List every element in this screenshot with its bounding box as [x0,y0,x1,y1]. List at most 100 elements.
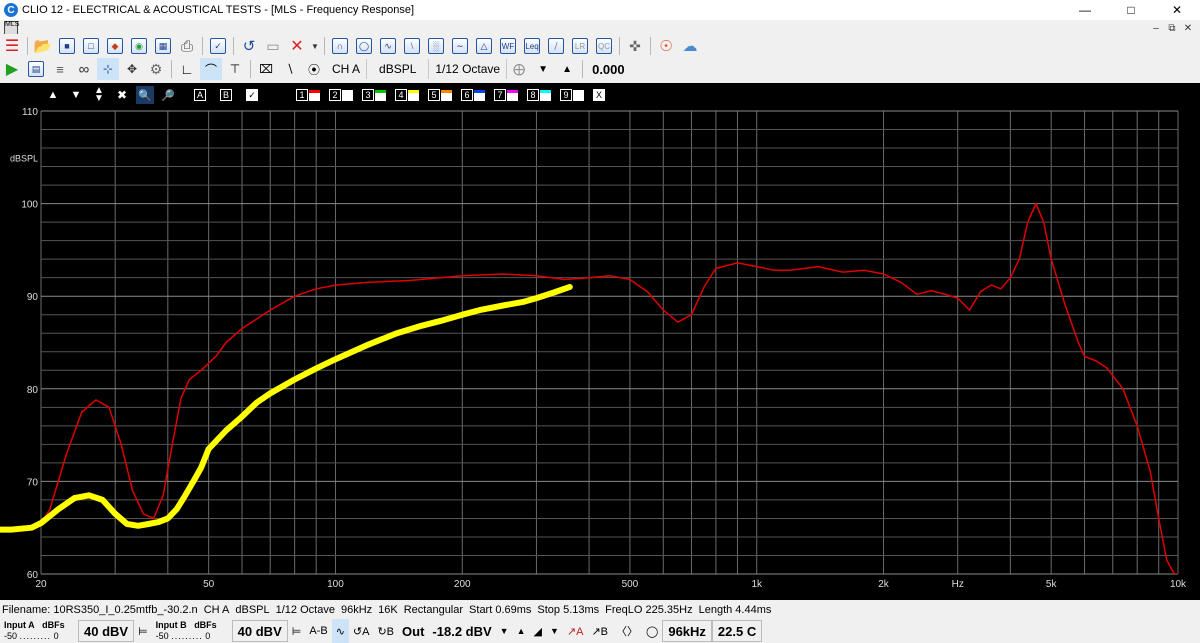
minimize-icon[interactable]: — [1062,0,1108,20]
input-a-coupling-icon[interactable]: ⊨ [134,619,152,643]
play-icon[interactable]: ▶ [1,58,23,80]
help-lifebuoy-icon[interactable]: ☉ [655,35,677,57]
loop-cable-icon[interactable]: 〈〉 [612,619,642,643]
scale-a-ticks: ......... [19,631,52,641]
input-b-range[interactable]: 40 dBV [231,620,288,642]
checklist-icon[interactable]: ✓ [207,35,229,57]
input-a-gain-icon[interactable]: ↗A [563,619,588,643]
export-image-icon[interactable]: ◆ [104,35,126,57]
impedance-icon[interactable]: ◯ [353,35,375,57]
filename-label: Filename: 10RS350_I_0.25mtfb_-30.2.n [2,604,198,616]
settings-icon[interactable]: ⚙ [145,58,167,80]
window-title: CLIO 12 - ELECTRICAL & ACOUSTICAL TESTS … [22,4,415,16]
mls-icon[interactable]: ∩ [329,35,351,57]
print-icon[interactable]: ⎙ [176,35,198,57]
menu-icon[interactable]: ☰ [1,35,23,57]
x-tick-label: 200 [454,579,471,590]
fft-icon[interactable]: ░ [425,35,447,57]
close-icon[interactable]: ✕ [1154,0,1200,20]
save-as-icon[interactable]: □ [80,35,102,57]
eraser-icon[interactable]: ▭ [262,35,284,57]
marker-icon[interactable]: ⨁ [508,58,530,80]
x-tick-label: 1k [751,579,763,590]
loop-icon[interactable]: ∞ [73,58,95,80]
signal-icon[interactable]: ∿ [331,619,349,643]
mls-document-icon[interactable]: MLS [4,21,19,35]
speaker-dropdown-icon[interactable]: ▼ [546,619,563,643]
open-file-icon[interactable]: 📂 [32,35,54,57]
output-up-icon[interactable]: ▲ [513,619,530,643]
window-controls: — □ ✕ [1062,0,1200,20]
loop-lines-icon[interactable]: ≡ [49,58,71,80]
input-a-range[interactable]: 40 dBV [78,620,135,642]
sweep-icon[interactable]: ⧵ [401,35,423,57]
mic-icon[interactable]: ⊹ [97,58,119,80]
phase-icon[interactable]: ⊤ [224,58,246,80]
x-tick-label: 500 [622,579,639,590]
undo-icon[interactable]: ↺ [238,35,260,57]
y-tick-label: 100 [21,200,38,211]
clipboard-icon[interactable]: ▦ [152,35,174,57]
calibration-icon[interactable]: ✜ [624,35,646,57]
arrow-up-icon[interactable]: ▲ [556,58,578,80]
status-line: Filename: 10RS350_I_0.25mtfb_-30.2.n CH … [0,601,1200,619]
clio-app-icon[interactable]: C [4,3,18,17]
delete-icon[interactable]: ✕ [286,35,308,57]
speaker-icon[interactable]: ◢ [530,619,546,643]
title-bar: C CLIO 12 - ELECTRICAL & ACOUSTICAL TEST… [0,0,1200,20]
input-b-coupling-icon[interactable]: ⊨ [288,619,306,643]
y-axis-label: dBSPL [10,153,38,163]
maximize-icon[interactable]: □ [1108,0,1154,20]
separator [250,60,251,78]
wf-icon[interactable]: WF [497,35,519,57]
smooth-curve-icon[interactable]: ⌒ [200,58,222,80]
channel-select[interactable]: CH A [326,59,368,79]
axis-icon[interactable]: ∟ [176,58,198,80]
cloud-update-icon[interactable]: ☁ [679,35,701,57]
dial-icon[interactable]: ⦿ [303,58,325,80]
probe-icon[interactable]: ⌧ [255,58,277,80]
status-channel: CH A [203,604,230,616]
scale-b-min: -50 [155,631,169,641]
status-freqlo: FreqLO 225.35Hz [605,604,693,616]
output-dropdown-icon[interactable]: ▼ [496,619,513,643]
autoscale-save-icon[interactable]: ▤ [25,58,47,80]
temperature-readout[interactable]: 22.5 C [711,620,763,642]
hardware-control-bar: Input A dBFs -50 ......... 0 40 dBV ⊨ In… [0,619,1200,643]
phantom-b-icon[interactable]: ↻B [373,619,398,643]
lr-icon[interactable]: LR [569,35,591,57]
qc-icon[interactable]: QC [593,35,615,57]
leq-icon[interactable]: Leq [521,35,543,57]
output-label: Out [402,623,425,639]
export-color-icon[interactable]: ◉ [128,35,150,57]
frequency-response-graph[interactable]: ▲ ▼ ▲ ▼ ✖ 🔍 🔎 A B ✓ 123456789 X 110 100 90 8… [0,83,1200,600]
input-a-label: Input A [4,620,35,630]
cross-arrows-icon[interactable]: ✥ [121,58,143,80]
x-unit-label: Hz [952,579,964,590]
a-minus-b-button[interactable]: A-B [305,619,331,643]
output-level[interactable]: -18.2 dBV [428,619,495,643]
temperature-icon[interactable]: ◯ [642,619,662,643]
x-tick-label: 20 [35,579,47,590]
plot-area[interactable]: 11010090807060dBSPL20 50 100 200 500 1k 2k 5k 10… [0,83,1200,600]
unit-select[interactable]: dBSPL [367,59,430,79]
waveform-icon[interactable]: ∼ [449,35,471,57]
offset-value[interactable]: 0.000 [586,62,631,77]
phantom-a-icon[interactable]: ↺A [349,619,374,643]
y-tick-label: 80 [27,385,39,396]
sample-rate[interactable]: 96kHz [662,620,712,642]
scale-b-ticks: ......... [171,631,203,641]
input-b-gain-icon[interactable]: ↗B [587,619,612,643]
separator [27,37,28,55]
multimeter-icon[interactable]: △ [473,35,495,57]
tools-icon[interactable]: ⧸ [545,35,567,57]
arrow-down-icon[interactable]: ▼ [532,58,554,80]
smoothing-select[interactable]: 1/12 Octave [429,59,508,79]
save-icon[interactable]: ■ [56,35,78,57]
dbfs-a-label: dBFs [42,620,65,630]
x-tick-label: 5k [1046,579,1058,590]
sinusoidal-icon[interactable]: ∿ [377,35,399,57]
measurement-toolbar: ▶ ▤ ≡ ∞ ⊹ ✥ ⚙ ∟ ⌒ ⊤ ⌧ ∖ ⦿ CH A dBSPL 1/1… [0,57,1200,81]
delete-dropdown-icon[interactable]: ▼ [310,35,320,57]
waveform-slope-icon[interactable]: ∖ [279,58,301,80]
